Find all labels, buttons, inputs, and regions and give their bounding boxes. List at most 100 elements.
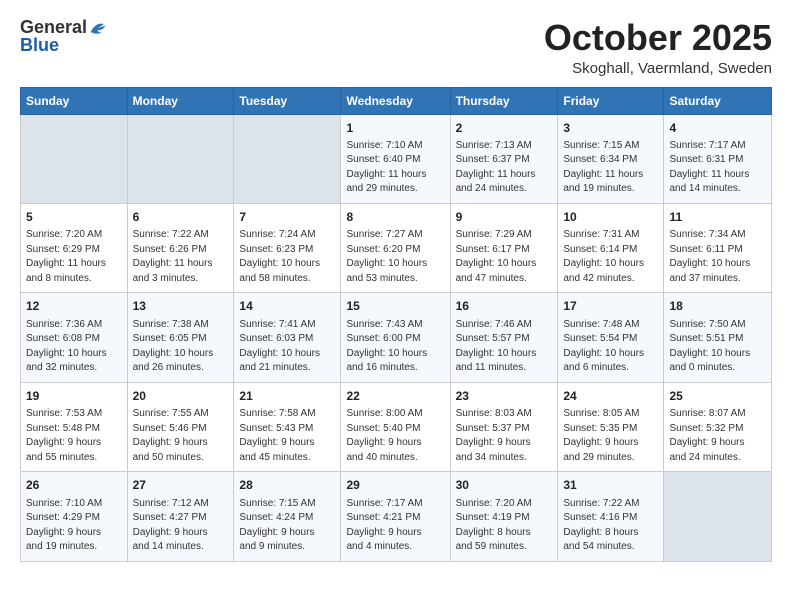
day-info-line: and 55 minutes.: [26, 451, 122, 466]
day-info-line: and 11 minutes.: [456, 361, 553, 376]
day-cell: 6Sunrise: 7:22 AMSunset: 6:26 PMDaylight…: [127, 203, 234, 292]
day-info-line: Sunset: 6:08 PM: [26, 332, 122, 347]
logo-bird-icon: [89, 19, 107, 37]
logo-blue-text: Blue: [20, 36, 59, 56]
day-info-line: Sunrise: 7:20 AM: [456, 497, 553, 512]
day-cell: 12Sunrise: 7:36 AMSunset: 6:08 PMDayligh…: [21, 293, 128, 382]
title-block: October 2025 Skoghall, Vaermland, Sweden: [544, 18, 772, 77]
day-info-line: Sunset: 6:03 PM: [239, 332, 335, 347]
day-number: 2: [456, 120, 553, 137]
day-info-line: Daylight: 9 hours: [346, 526, 444, 541]
day-info-line: Daylight: 10 hours: [669, 257, 766, 272]
day-info-line: and 53 minutes.: [346, 272, 444, 287]
day-info-line: and 0 minutes.: [669, 361, 766, 376]
day-info-line: and 21 minutes.: [239, 361, 335, 376]
day-cell: 15Sunrise: 7:43 AMSunset: 6:00 PMDayligh…: [341, 293, 450, 382]
day-cell: [234, 114, 341, 203]
day-info-line: Sunrise: 7:41 AM: [239, 318, 335, 333]
day-info-line: Daylight: 10 hours: [669, 347, 766, 362]
day-info-line: Sunrise: 7:10 AM: [346, 139, 444, 154]
day-cell: 13Sunrise: 7:38 AMSunset: 6:05 PMDayligh…: [127, 293, 234, 382]
day-number: 30: [456, 477, 553, 494]
day-info-line: and 58 minutes.: [239, 272, 335, 287]
day-cell: 24Sunrise: 8:05 AMSunset: 5:35 PMDayligh…: [558, 382, 664, 471]
day-info-line: Sunset: 5:48 PM: [26, 422, 122, 437]
day-info-line: Sunset: 4:21 PM: [346, 511, 444, 526]
day-info-line: and 24 minutes.: [456, 182, 553, 197]
day-info-line: Daylight: 8 hours: [563, 526, 658, 541]
day-info-line: Sunset: 6:26 PM: [133, 243, 229, 258]
day-cell: 9Sunrise: 7:29 AMSunset: 6:17 PMDaylight…: [450, 203, 558, 292]
location-subtitle: Skoghall, Vaermland, Sweden: [544, 60, 772, 77]
day-info-line: Sunset: 5:57 PM: [456, 332, 553, 347]
day-cell: 18Sunrise: 7:50 AMSunset: 5:51 PMDayligh…: [664, 293, 772, 382]
day-number: 26: [26, 477, 122, 494]
day-number: 5: [26, 209, 122, 226]
day-info-line: and 8 minutes.: [26, 272, 122, 287]
day-info-line: Sunrise: 7:50 AM: [669, 318, 766, 333]
header: General Blue October 2025 Skoghall, Vaer…: [20, 18, 772, 77]
day-info-line: Sunrise: 8:00 AM: [346, 407, 444, 422]
day-info-line: Sunset: 5:32 PM: [669, 422, 766, 437]
day-info-line: Sunset: 5:54 PM: [563, 332, 658, 347]
day-cell: 27Sunrise: 7:12 AMSunset: 4:27 PMDayligh…: [127, 472, 234, 561]
day-info-line: Sunset: 6:05 PM: [133, 332, 229, 347]
week-row-3: 12Sunrise: 7:36 AMSunset: 6:08 PMDayligh…: [21, 293, 772, 382]
day-info-line: and 47 minutes.: [456, 272, 553, 287]
day-info-line: Sunset: 6:37 PM: [456, 153, 553, 168]
day-info-line: Daylight: 10 hours: [239, 257, 335, 272]
day-info-line: and 50 minutes.: [133, 451, 229, 466]
day-number: 6: [133, 209, 229, 226]
day-info-line: Sunset: 5:35 PM: [563, 422, 658, 437]
logo: General Blue: [20, 18, 107, 56]
day-number: 28: [239, 477, 335, 494]
day-number: 8: [346, 209, 444, 226]
day-cell: 25Sunrise: 8:07 AMSunset: 5:32 PMDayligh…: [664, 382, 772, 471]
day-info-line: and 45 minutes.: [239, 451, 335, 466]
day-number: 3: [563, 120, 658, 137]
day-info-line: and 14 minutes.: [133, 540, 229, 555]
day-info-line: Sunrise: 7:13 AM: [456, 139, 553, 154]
day-info-line: and 37 minutes.: [669, 272, 766, 287]
day-number: 21: [239, 388, 335, 405]
day-cell: 14Sunrise: 7:41 AMSunset: 6:03 PMDayligh…: [234, 293, 341, 382]
day-info-line: Sunrise: 7:15 AM: [239, 497, 335, 512]
day-info-line: Sunset: 4:29 PM: [26, 511, 122, 526]
day-info-line: Sunrise: 7:20 AM: [26, 228, 122, 243]
day-number: 11: [669, 209, 766, 226]
day-info-line: Sunset: 6:40 PM: [346, 153, 444, 168]
day-info-line: Sunrise: 7:34 AM: [669, 228, 766, 243]
day-cell: 2Sunrise: 7:13 AMSunset: 6:37 PMDaylight…: [450, 114, 558, 203]
day-info-line: Daylight: 10 hours: [133, 347, 229, 362]
day-info-line: Sunrise: 7:17 AM: [346, 497, 444, 512]
day-info-line: Sunrise: 7:53 AM: [26, 407, 122, 422]
day-info-line: Sunrise: 7:12 AM: [133, 497, 229, 512]
day-number: 10: [563, 209, 658, 226]
day-info-line: Sunset: 6:31 PM: [669, 153, 766, 168]
col-header-wednesday: Wednesday: [341, 87, 450, 114]
day-cell: 28Sunrise: 7:15 AMSunset: 4:24 PMDayligh…: [234, 472, 341, 561]
day-cell: 26Sunrise: 7:10 AMSunset: 4:29 PMDayligh…: [21, 472, 128, 561]
calendar-header-row: SundayMondayTuesdayWednesdayThursdayFrid…: [21, 87, 772, 114]
day-info-line: and 42 minutes.: [563, 272, 658, 287]
day-number: 1: [346, 120, 444, 137]
day-info-line: Sunrise: 7:24 AM: [239, 228, 335, 243]
day-number: 9: [456, 209, 553, 226]
day-info-line: and 54 minutes.: [563, 540, 658, 555]
day-info-line: and 24 minutes.: [669, 451, 766, 466]
day-info-line: Sunrise: 7:22 AM: [133, 228, 229, 243]
day-number: 27: [133, 477, 229, 494]
day-info-line: and 59 minutes.: [456, 540, 553, 555]
day-info-line: Daylight: 10 hours: [563, 347, 658, 362]
calendar-table: SundayMondayTuesdayWednesdayThursdayFrid…: [20, 87, 772, 562]
day-info-line: Sunset: 6:17 PM: [456, 243, 553, 258]
day-info-line: Sunset: 6:11 PM: [669, 243, 766, 258]
day-number: 22: [346, 388, 444, 405]
day-cell: 31Sunrise: 7:22 AMSunset: 4:16 PMDayligh…: [558, 472, 664, 561]
day-info-line: Daylight: 11 hours: [563, 168, 658, 183]
day-info-line: Sunset: 6:29 PM: [26, 243, 122, 258]
day-cell: 8Sunrise: 7:27 AMSunset: 6:20 PMDaylight…: [341, 203, 450, 292]
day-info-line: Daylight: 9 hours: [26, 436, 122, 451]
day-number: 24: [563, 388, 658, 405]
day-info-line: and 4 minutes.: [346, 540, 444, 555]
